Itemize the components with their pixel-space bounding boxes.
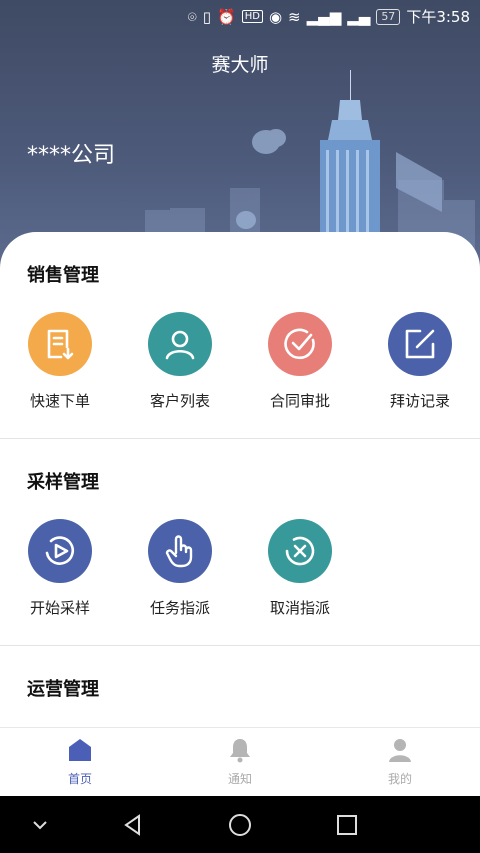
item-label: 拜访记录: [389, 392, 450, 410]
battery-indicator: 57: [376, 8, 401, 25]
user-icon: [148, 312, 212, 376]
item-label: 取消指派: [269, 599, 330, 617]
quick-order-button[interactable]: 快速下单: [0, 312, 120, 411]
item-label: 客户列表: [149, 392, 210, 410]
back-icon[interactable]: [118, 810, 148, 840]
check-icon: [268, 312, 332, 376]
item-label: 合同审批: [269, 392, 330, 410]
play-icon: [28, 519, 92, 583]
item-label: 快速下单: [29, 392, 90, 410]
item-label: 任务指派: [149, 599, 210, 617]
main-card: 销售管理 快速下单 客户列表 合同审批 拜访记录 采样管理 开始采样 任务指派 …: [0, 232, 480, 727]
bottom-tab-bar: 首页 通知 我的: [0, 727, 480, 797]
edit-icon: [388, 312, 452, 376]
hand-icon: [148, 519, 212, 583]
cancel-assign-button[interactable]: 取消指派: [240, 519, 360, 618]
eye-icon: ◉: [268, 7, 283, 26]
tab-home[interactable]: 首页: [0, 736, 160, 787]
app-title: 赛大师: [211, 54, 269, 76]
status-bar: ⌾ ▯ ⏰ HD ◉ ≋ ▂▄▆ ▂▄ 57 下午3:58: [0, 0, 480, 32]
cancel-icon: [268, 519, 332, 583]
tab-label: 我的: [387, 772, 412, 786]
order-icon: [28, 312, 92, 376]
status-time: 下午3:58: [406, 8, 470, 26]
visit-record-button[interactable]: 拜访记录: [360, 312, 480, 411]
section-title-sales: 销售管理: [27, 265, 99, 286]
start-sampling-button[interactable]: 开始采样: [0, 519, 120, 618]
android-navigation-bar: [0, 796, 480, 853]
profile-icon: [320, 736, 480, 764]
tab-notifications[interactable]: 通知: [160, 736, 320, 787]
collapse-chevron-icon[interactable]: [25, 810, 55, 840]
task-assign-button[interactable]: 任务指派: [120, 519, 240, 618]
bell-icon: [160, 736, 320, 764]
home-circle-icon[interactable]: [225, 810, 255, 840]
tab-label: 首页: [67, 772, 92, 786]
section-title-sampling: 采样管理: [27, 472, 99, 493]
section-divider: [0, 438, 480, 439]
section-divider: [0, 645, 480, 646]
signal-icon: ▂▄▆: [306, 7, 342, 26]
customer-list-button[interactable]: 客户列表: [120, 312, 240, 411]
recents-square-icon[interactable]: [332, 810, 362, 840]
wifi-icon: ≋: [288, 7, 301, 26]
tab-profile[interactable]: 我的: [320, 736, 480, 787]
alarm-icon: ⏰: [217, 7, 236, 26]
vibrate-icon: ▯: [202, 7, 212, 26]
section-title-operations: 运营管理: [27, 679, 99, 700]
home-icon: [0, 736, 160, 764]
company-name: ****公司: [27, 143, 116, 168]
hd-icon: HD: [241, 10, 263, 23]
contract-approval-button[interactable]: 合同审批: [240, 312, 360, 411]
signal-off-icon: ▂▄: [347, 7, 371, 26]
location-icon: ⌾: [187, 7, 197, 26]
item-label: 开始采样: [29, 599, 90, 617]
tab-label: 通知: [227, 772, 252, 786]
